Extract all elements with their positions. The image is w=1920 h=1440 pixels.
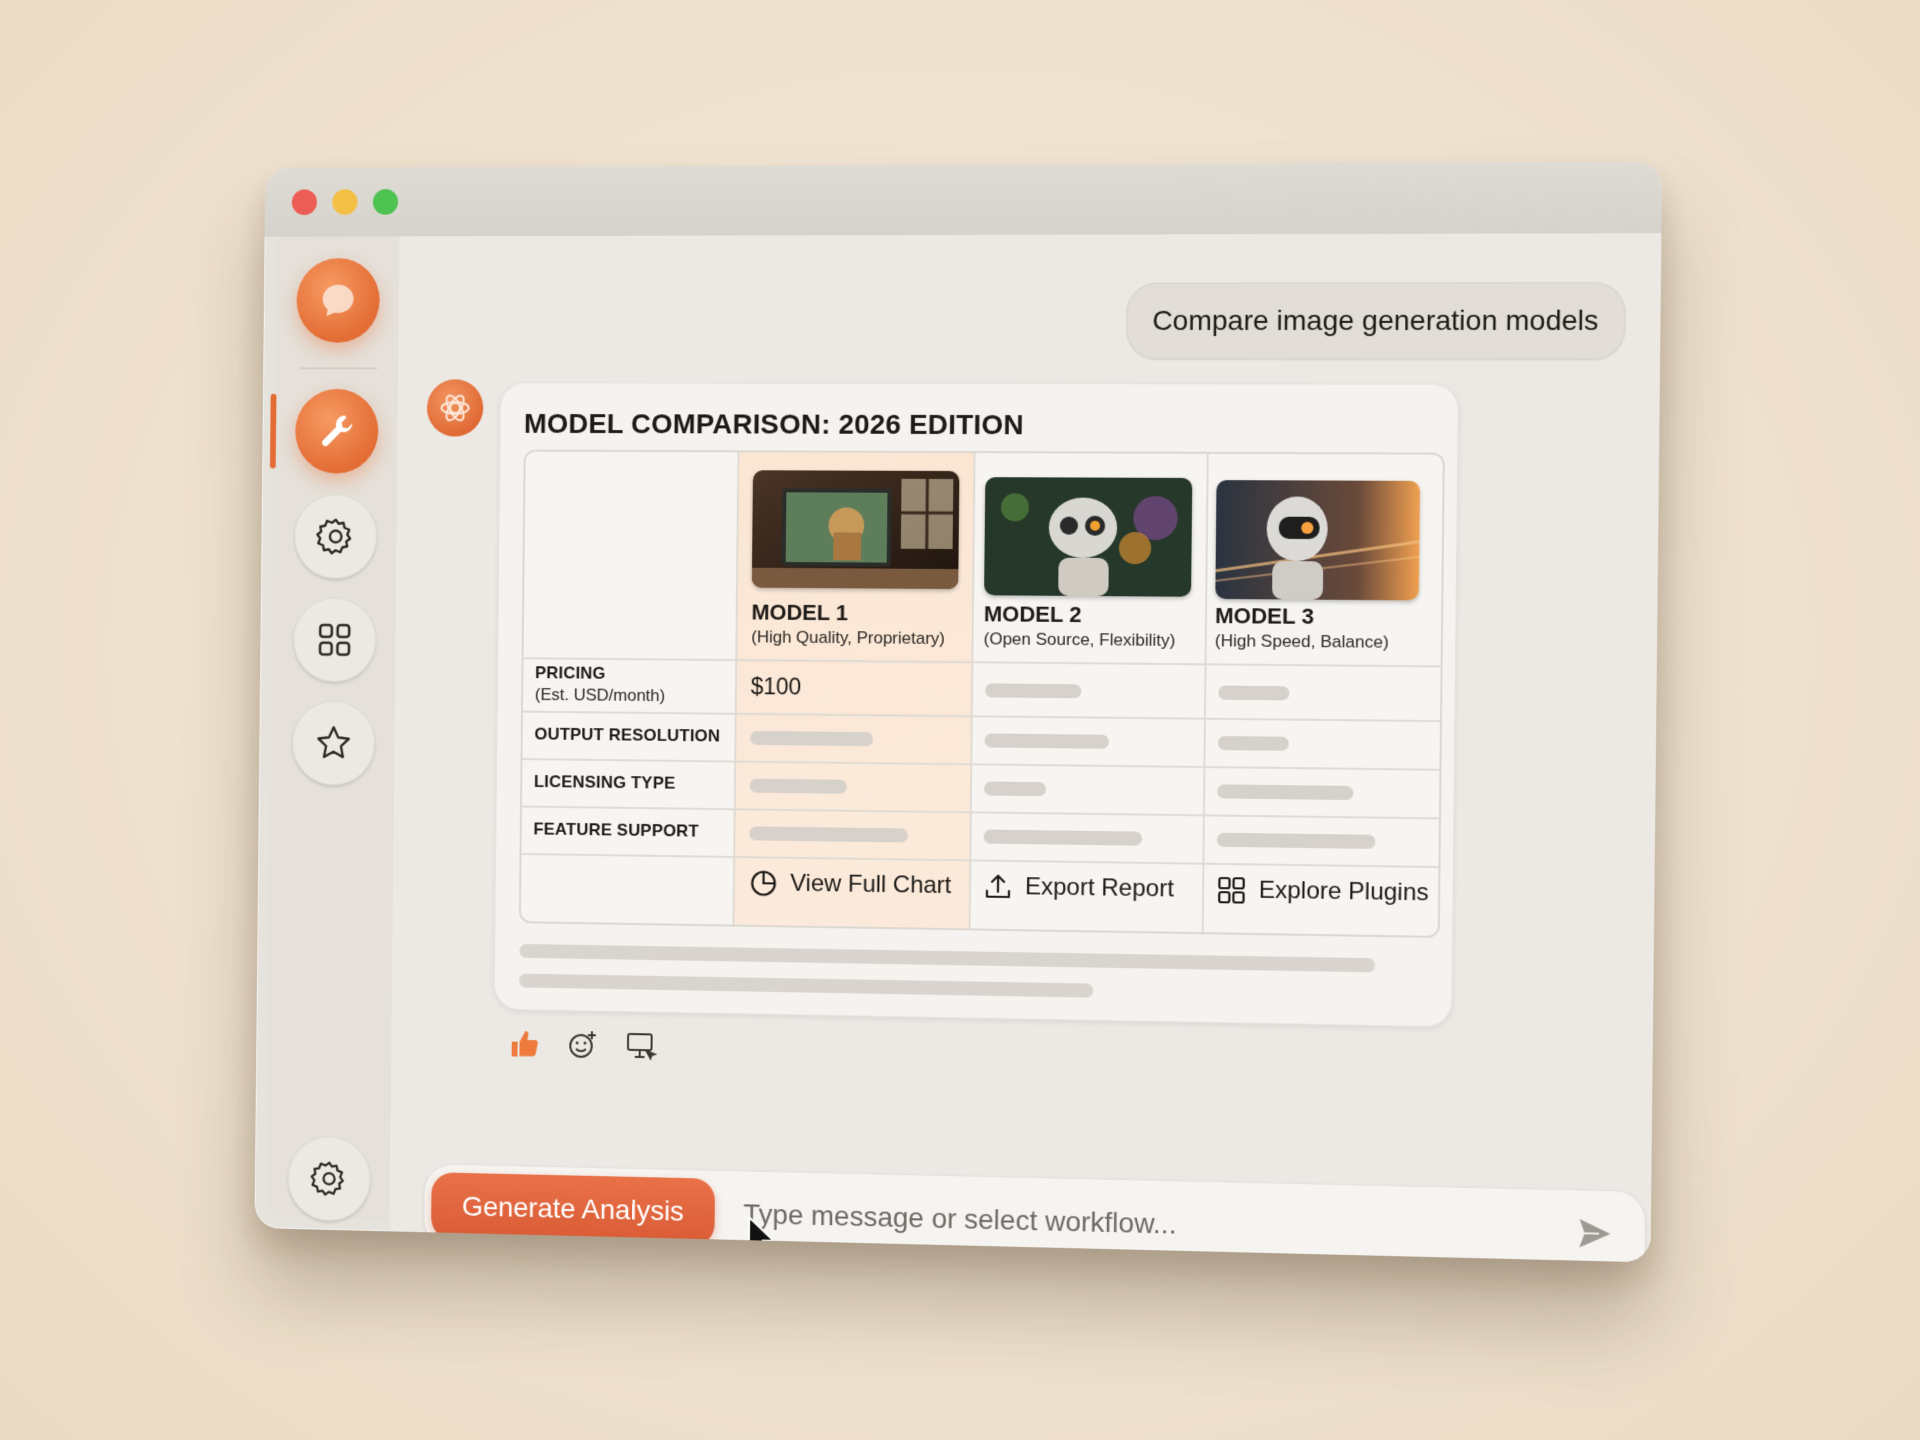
model-3-thumbnail xyxy=(1215,480,1420,600)
present-icon[interactable] xyxy=(625,1029,659,1063)
view-full-chart-button[interactable]: View Full Chart xyxy=(748,858,951,911)
sidebar-item-apps[interactable] xyxy=(293,597,377,682)
row-divider xyxy=(523,711,1440,723)
chat-bubble-icon xyxy=(317,279,360,322)
row-label-pricing: PRICING xyxy=(535,663,606,683)
title-bar xyxy=(265,162,1663,237)
wrench-icon xyxy=(315,410,358,453)
explore-plugins-label: Explore Plugins xyxy=(1259,877,1429,908)
upload-icon xyxy=(983,872,1013,902)
row-divider xyxy=(524,657,1441,667)
row-label-licensing-type: LICENSING TYPE xyxy=(534,772,676,794)
view-full-chart-label: View Full Chart xyxy=(790,870,951,900)
grid-icon xyxy=(1216,875,1247,906)
pie-chart-icon xyxy=(749,868,779,898)
sidebar-item-tools[interactable] xyxy=(295,389,379,474)
scene: Compare image generation models MODEL CO… xyxy=(0,0,1920,1440)
model-2-name: MODEL 2 xyxy=(984,601,1082,628)
message-input[interactable] xyxy=(741,1190,1531,1257)
model-2-thumbnail xyxy=(984,477,1192,597)
minimize-window-button[interactable] xyxy=(332,189,357,215)
gear-icon xyxy=(315,516,356,558)
row-label-feature-support: FEATURE SUPPORT xyxy=(533,820,699,842)
column-divider xyxy=(1202,454,1209,932)
sidebar-active-indicator xyxy=(270,394,277,469)
text-placeholder-line xyxy=(519,944,1375,972)
sidebar-item-favorites[interactable] xyxy=(292,700,376,786)
model-2-subtitle: (Open Source, Flexibility) xyxy=(984,629,1176,651)
placeholder-bar xyxy=(749,826,908,842)
app-window: Compare image generation models MODEL CO… xyxy=(254,162,1662,1263)
assistant-avatar xyxy=(427,379,484,436)
mouse-cursor-icon xyxy=(746,1215,780,1260)
send-icon xyxy=(1576,1215,1614,1253)
chat-area: Compare image generation models MODEL CO… xyxy=(389,233,1661,1262)
export-report-label: Export Report xyxy=(1025,873,1174,903)
export-report-button[interactable]: Export Report xyxy=(983,862,1174,915)
user-message: Compare image generation models xyxy=(1126,282,1626,359)
placeholder-bar xyxy=(750,731,873,746)
card-title: MODEL COMPARISON: 2026 EDITION xyxy=(524,408,1024,441)
sidebar-item-settings[interactable] xyxy=(294,494,378,579)
assistant-logo-icon xyxy=(436,389,473,427)
explore-plugins-button[interactable]: Explore Plugins xyxy=(1216,865,1429,919)
comparison-table: MODEL 1 (High Quality, Proprietary) MODE… xyxy=(519,450,1445,938)
placeholder-bar xyxy=(1218,686,1289,701)
sidebar-item-chat[interactable] xyxy=(296,258,380,343)
send-button[interactable] xyxy=(1571,1210,1619,1258)
placeholder-bar xyxy=(985,683,1081,698)
sidebar-item-bottom-settings[interactable] xyxy=(287,1136,371,1222)
placeholder-bar xyxy=(750,779,847,794)
model-3-name: MODEL 3 xyxy=(1215,603,1314,630)
star-icon xyxy=(313,722,354,764)
thumbs-up-icon[interactable] xyxy=(508,1027,541,1061)
row-sublabel-pricing: (Est. USD/month) xyxy=(535,685,666,706)
placeholder-bar xyxy=(984,733,1108,748)
text-placeholder-line xyxy=(519,974,1093,998)
placeholder-bar xyxy=(983,830,1142,846)
model-1-thumbnail xyxy=(752,470,960,589)
close-window-button[interactable] xyxy=(292,189,317,215)
comparison-card: MODEL COMPARISON: 2026 EDITION MODEL 1 (… xyxy=(494,382,1459,1027)
row-divider xyxy=(522,806,1439,820)
pricing-model-1: $100 xyxy=(751,673,802,700)
gear-icon xyxy=(310,1159,349,1199)
generate-analysis-button[interactable]: Generate Analysis xyxy=(431,1172,715,1246)
model-3-subtitle: (High Speed, Balance) xyxy=(1215,631,1389,653)
sidebar-separator xyxy=(300,367,377,369)
sidebar xyxy=(266,236,400,1219)
model-1-subtitle: (High Quality, Proprietary) xyxy=(751,627,945,649)
model-1-name: MODEL 1 xyxy=(751,600,848,627)
placeholder-bar xyxy=(984,781,1046,796)
placeholder-bar xyxy=(1217,784,1353,800)
message-reactions xyxy=(508,1027,659,1064)
placeholder-bar xyxy=(1217,833,1376,849)
placeholder-bar xyxy=(1218,736,1289,751)
grid-icon xyxy=(315,620,354,660)
row-divider xyxy=(522,758,1439,771)
add-emoji-icon[interactable] xyxy=(566,1028,600,1062)
row-label-output-resolution: OUTPUT RESOLUTION xyxy=(534,725,720,747)
maximize-window-button[interactable] xyxy=(373,189,398,215)
message-composer: Generate Analysis xyxy=(423,1163,1646,1262)
